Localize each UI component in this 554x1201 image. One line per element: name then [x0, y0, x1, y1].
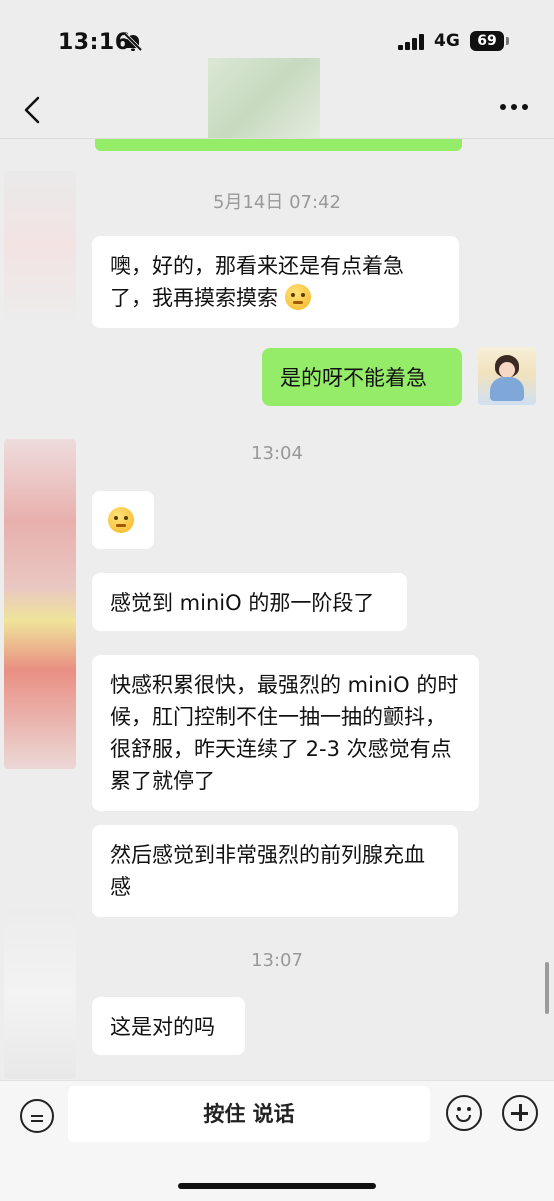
- hold-to-talk-button[interactable]: 按住 说话: [68, 1086, 430, 1142]
- chat-area[interactable]: 5月14日 07:42 噢，好的，那看来还是有点着急了，我再摸索摸索 是的呀不能…: [0, 139, 554, 1080]
- message-bubble-left[interactable]: [92, 491, 154, 549]
- scrollbar[interactable]: [545, 962, 549, 1014]
- message-text: 快感积累很快，最强烈的 miniO 的时候，肛门控制不住一抽一抽的颤抖，很舒服，…: [110, 673, 459, 793]
- message-text: 然后感觉到非常强烈的前列腺充血感: [110, 843, 425, 899]
- timestamp: 13:07: [251, 950, 303, 971]
- smiley-icon[interactable]: [446, 1095, 482, 1131]
- saluting-face-emoji: [108, 507, 134, 533]
- message-bubble-right[interactable]: 是的呀不能着急: [262, 348, 462, 406]
- message-text: 感觉到 miniO 的那一阶段了: [110, 591, 375, 615]
- message-bubble-left[interactable]: 快感积累很快，最强烈的 miniO 的时候，肛门控制不住一抽一抽的颤抖，很舒服，…: [92, 655, 479, 811]
- battery-tip: [506, 37, 509, 45]
- voice-mode-icon[interactable]: [20, 1099, 54, 1133]
- plus-circle-icon[interactable]: [502, 1095, 538, 1131]
- message-text: 是的呀不能着急: [280, 366, 427, 390]
- message-bubble-left[interactable]: 这是对的吗: [92, 997, 245, 1055]
- blurred-decoration: [4, 439, 76, 769]
- contact-avatar-blurred[interactable]: [208, 58, 320, 138]
- home-indicator[interactable]: [178, 1183, 376, 1189]
- input-bar: 按住 说话: [0, 1080, 554, 1201]
- network-type: 4G: [434, 31, 460, 51]
- message-bubble-left[interactable]: 感觉到 miniO 的那一阶段了: [92, 573, 407, 631]
- blurred-decoration: [4, 909, 76, 1079]
- thinking-face-emoji: [284, 284, 311, 310]
- signal-icon: [398, 34, 428, 50]
- message-text: 噢，好的，那看来还是有点着急了，我再摸索摸索: [110, 254, 404, 310]
- previous-message-bubble[interactable]: [95, 139, 462, 151]
- timestamp: 13:04: [251, 443, 303, 464]
- timestamp: 5月14日 07:42: [213, 192, 341, 213]
- bell-slash-icon: [123, 32, 143, 52]
- status-time: 13:16: [58, 30, 131, 55]
- chevron-left-icon[interactable]: [20, 94, 44, 126]
- more-dots-icon[interactable]: [500, 104, 530, 112]
- my-avatar[interactable]: [478, 347, 536, 405]
- message-bubble-left[interactable]: 然后感觉到非常强烈的前列腺充血感: [92, 825, 458, 917]
- message-bubble-left[interactable]: 噢，好的，那看来还是有点着急了，我再摸索摸索: [92, 236, 459, 328]
- battery-icon: 69: [470, 31, 504, 51]
- message-text: 这是对的吗: [110, 1015, 215, 1039]
